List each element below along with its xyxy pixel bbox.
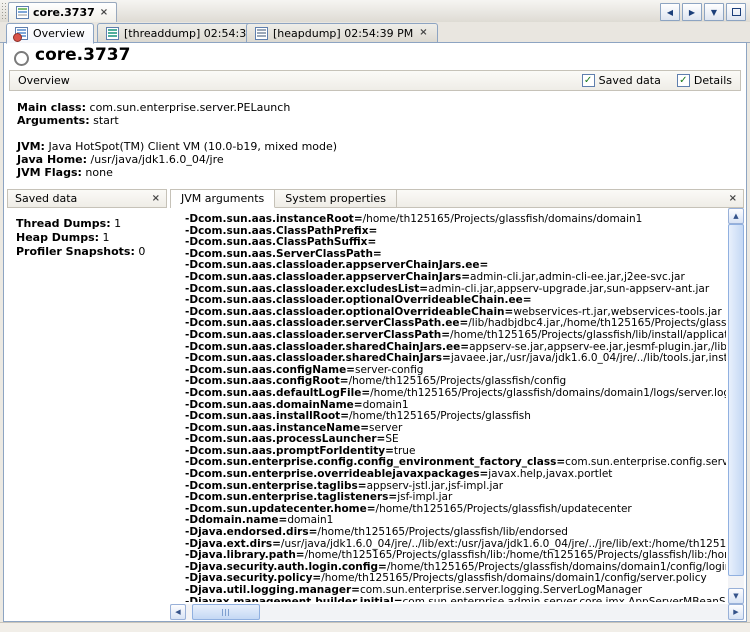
details-panel-header: JVM arguments System properties ×: [170, 189, 744, 208]
scroll-tabs-left-button[interactable]: ◀: [660, 3, 680, 21]
checkbox-checked-icon: ✓: [582, 74, 595, 87]
coredump-ring-icon: [14, 51, 29, 66]
heapdump-icon: [255, 27, 268, 40]
vertical-scrollbar[interactable]: ▲ ▼: [728, 208, 744, 604]
tab-heapdump-close-icon[interactable]: ×: [418, 28, 428, 38]
scroll-tabs-right-button[interactable]: ▶: [682, 3, 702, 21]
horizontal-scrollbar[interactable]: ◀ ▶: [170, 604, 744, 620]
tab-heapdump[interactable]: [heapdump] 02:54:39 PM ×: [246, 23, 438, 43]
overview-section-header: Overview ✓ Saved data ✓ Details: [9, 70, 741, 91]
tab-heapdump-label: [heapdump] 02:54:39 PM: [273, 27, 413, 40]
overview-view: core.3737 Overview ✓ Saved data ✓ Detail…: [3, 42, 747, 622]
scroll-down-button[interactable]: ▼: [728, 588, 744, 604]
visualvm-window: { "titlebar": { "document_tab": "core.37…: [0, 0, 750, 631]
saved-data-panel: Saved data × Thread Dumps: 1 Heap Dumps:…: [7, 189, 167, 620]
saved-data-checkbox-label: Saved data: [599, 74, 661, 87]
horizontal-scrollbar-thumb[interactable]: [192, 604, 260, 620]
maximize-icon: [732, 8, 741, 16]
tab-list-dropdown-button[interactable]: ▼: [704, 3, 724, 21]
details-checkbox-label: Details: [694, 74, 732, 87]
dock-grip[interactable]: [1, 2, 6, 20]
info-jvm: JVM: Java HotSpot(TM) Client VM (10.0-b1…: [17, 140, 337, 153]
saved-data-thread-dumps: Thread Dumps: 1: [16, 217, 167, 231]
saved-data-panel-title: Saved data: [8, 192, 151, 205]
tab-jvm-arguments[interactable]: JVM arguments: [171, 190, 275, 208]
tab-system-properties[interactable]: System properties: [275, 190, 397, 207]
overview-info-block: Main class: com.sun.enterprise.server.PE…: [17, 101, 337, 179]
page-title: core.3737: [35, 45, 130, 65]
tab-overview-label: Overview: [33, 27, 85, 40]
scroll-right-button[interactable]: ▶: [728, 604, 744, 620]
info-arguments: Arguments: start: [17, 114, 337, 127]
scroll-left-button[interactable]: ◀: [170, 604, 186, 620]
thumb-grip-icon: [222, 609, 230, 616]
scroll-up-button[interactable]: ▲: [728, 208, 744, 224]
vertical-scrollbar-thumb[interactable]: [728, 224, 744, 576]
saved-data-profiler-snapshots: Profiler Snapshots: 0: [16, 245, 167, 259]
checkbox-checked-icon: ✓: [677, 74, 690, 87]
view-tab-strip: Overview [threaddump] 02:54:31 PM × [hea…: [0, 22, 750, 43]
saved-data-panel-header: Saved data ×: [7, 189, 167, 208]
info-main-class: Main class: com.sun.enterprise.server.PE…: [17, 101, 337, 114]
window-controls: ◀ ▶ ▼: [660, 3, 746, 21]
overview-section-title: Overview: [10, 74, 582, 87]
overview-icon: [15, 27, 28, 40]
tab-close-icon[interactable]: ×: [99, 8, 109, 18]
details-checkbox[interactable]: ✓ Details: [677, 74, 732, 87]
info-java-home: Java Home: /usr/java/jdk1.6.0_04/jre: [17, 153, 337, 166]
document-tab-strip: core.3737 × ◀ ▶ ▼: [0, 0, 750, 23]
overview-options: ✓ Saved data ✓ Details: [582, 74, 740, 87]
threaddump-icon: [106, 27, 119, 40]
details-panel: JVM arguments System properties × -Dcom.…: [170, 189, 744, 620]
tab-overview[interactable]: Overview: [6, 23, 94, 44]
details-panel-close-icon[interactable]: ×: [728, 194, 738, 204]
jvm-argument: -Djavax.management.builder.initial=com.s…: [185, 597, 726, 602]
saved-data-heap-dumps: Heap Dumps: 1: [16, 231, 167, 245]
saved-data-body: Thread Dumps: 1 Heap Dumps: 1 Profiler S…: [7, 208, 167, 259]
maximize-button[interactable]: [726, 3, 746, 21]
jvm-arguments-body: -Dcom.sun.aas.instanceRoot=/home/th12516…: [170, 208, 744, 620]
tab-core-3737-label: core.3737: [33, 6, 95, 19]
saved-data-checkbox[interactable]: ✓ Saved data: [582, 74, 661, 87]
saved-data-close-icon[interactable]: ×: [151, 194, 161, 204]
jvm-arguments-list: -Dcom.sun.aas.instanceRoot=/home/th12516…: [185, 214, 726, 602]
info-jvm-flags: JVM Flags: none: [17, 166, 337, 179]
core-dump-icon: [16, 6, 29, 19]
tab-core-3737[interactable]: core.3737 ×: [8, 2, 117, 22]
